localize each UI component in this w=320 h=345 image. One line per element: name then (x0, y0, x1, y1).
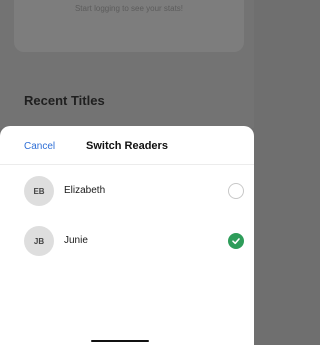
radio-empty-icon[interactable] (228, 183, 244, 199)
sheet-title: Switch Readers (86, 140, 168, 152)
sheet-header: Cancel Switch Readers (0, 126, 254, 164)
dimmed-background: Start logging to see your stats! Recent … (0, 0, 254, 128)
stats-card: Start logging to see your stats! (14, 0, 244, 52)
reader-name: Elizabeth (64, 185, 106, 196)
stats-hint-text: Start logging to see your stats! (74, 4, 184, 13)
reader-row-junie[interactable]: JB Junie (0, 224, 254, 258)
reader-row-elizabeth[interactable]: EB Elizabeth (0, 174, 254, 208)
avatar: EB (24, 176, 54, 206)
avatar: JB (24, 226, 54, 256)
reader-name: Junie (64, 235, 88, 246)
checkmark-icon[interactable] (228, 233, 244, 249)
recent-titles-heading: Recent Titles (24, 93, 105, 108)
home-indicator (91, 340, 149, 342)
checkmark-glyph (232, 238, 240, 245)
header-divider (0, 164, 254, 165)
switch-readers-sheet: Cancel Switch Readers EB Elizabeth JB Ju… (0, 126, 254, 345)
